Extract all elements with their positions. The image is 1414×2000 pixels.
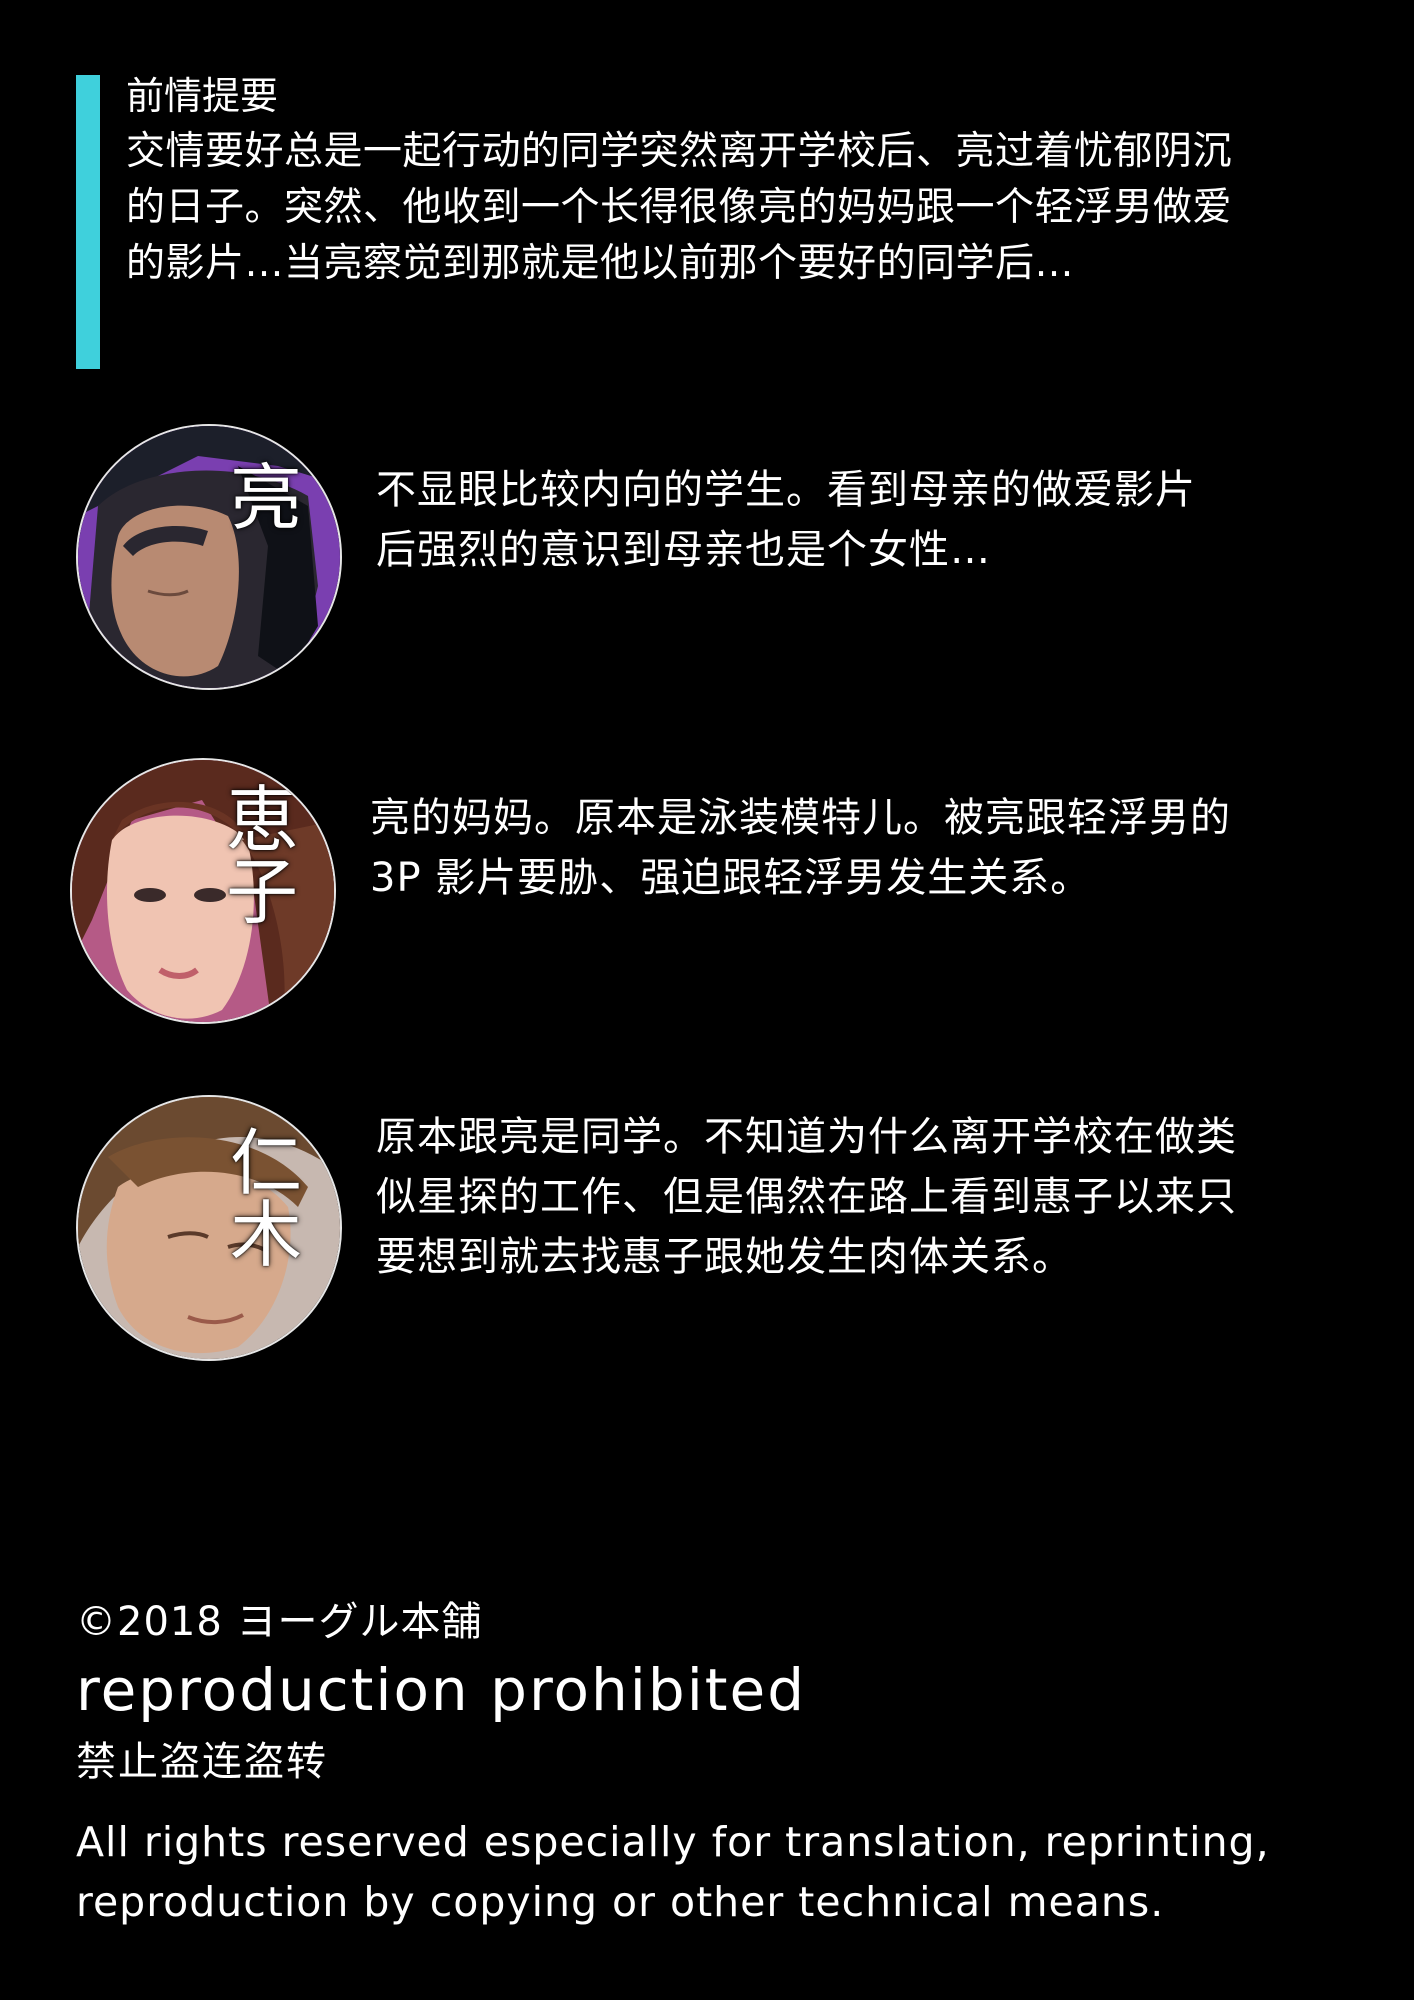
character-desc-niki: 原本跟亮是同学。不知道为什么离开学校在做类 似星探的工作、但是偶然在路上看到惠子… bbox=[376, 1107, 1237, 1287]
avatar-name-niki: 仁 木 bbox=[226, 1127, 306, 1271]
rights-notice: All rights reserved especially for trans… bbox=[76, 1812, 1376, 1932]
copyright-text: ©2018 ヨーグル本舗 bbox=[76, 1599, 483, 1645]
character-desc-line: 原本跟亮是同学。不知道为什么离开学校在做类 bbox=[376, 1114, 1237, 1160]
avatar-name-keiko-char: 恵 bbox=[225, 778, 298, 862]
character-desc-line: 不显眼比较内向的学生。看到母亲的做爱影片 bbox=[376, 467, 1196, 513]
summary-heading: 前情提要 bbox=[126, 74, 279, 118]
rights-notice-line: All rights reserved especially for trans… bbox=[76, 1818, 1270, 1866]
summary-line: 的日子。突然、他收到一个长得很像亮的妈妈跟一个轻浮男做爱 bbox=[126, 185, 1233, 230]
summary-accent-bar bbox=[76, 75, 100, 369]
character-card-ryo: 亮 不显眼比较内向的学生。看到母亲的做爱影片 后强烈的意识到母亲也是个女性… bbox=[0, 424, 1414, 696]
summary-line: 交情要好总是一起行动的同学突然离开学校后、亮过着忧郁阴沉 bbox=[126, 129, 1233, 174]
reproduction-prohibited-text: reproduction prohibited bbox=[76, 1656, 807, 1724]
avatar-niki: 仁 木 bbox=[76, 1095, 342, 1361]
avatar-name-ryo: 亮 bbox=[229, 456, 302, 540]
character-card-niki: 仁 木 原本跟亮是同学。不知道为什么离开学校在做类 似星探的工作、但是偶然在路上… bbox=[0, 1095, 1414, 1367]
character-desc-line: 似星探的工作、但是偶然在路上看到惠子以来只 bbox=[376, 1174, 1237, 1220]
cn-notice-text: 禁止盗连盗转 bbox=[76, 1739, 328, 1785]
summary-line: 的影片…当亮察觉到那就是他以前那个要好的同学后… bbox=[126, 241, 1075, 286]
character-desc-line: 亮的妈妈。原本是泳装模特儿。被亮跟轻浮男的 bbox=[370, 795, 1231, 841]
avatar-ryo: 亮 bbox=[76, 424, 342, 690]
character-card-keiko: 恵 子 亮的妈妈。原本是泳装模特儿。被亮跟轻浮男的 3P 影片要胁、强迫跟轻浮男… bbox=[0, 758, 1414, 1030]
summary-block: 前情提要 交情要好总是一起行动的同学突然离开学校后、亮过着忧郁阴沉 的日子。突然… bbox=[126, 68, 1366, 292]
avatar-name-keiko-char: 子 bbox=[225, 850, 298, 934]
avatar-name-niki-char: 仁 bbox=[229, 1121, 302, 1205]
character-desc-line: 3P 影片要胁、强迫跟轻浮男发生关系。 bbox=[370, 855, 1092, 901]
character-desc-line: 后强烈的意识到母亲也是个女性… bbox=[376, 527, 991, 573]
avatar-name-niki-char: 木 bbox=[229, 1193, 302, 1277]
avatar-name-keiko: 恵 子 bbox=[222, 784, 302, 928]
avatar-keiko: 恵 子 bbox=[70, 758, 336, 1024]
character-desc-keiko: 亮的妈妈。原本是泳装模特儿。被亮跟轻浮男的 3P 影片要胁、强迫跟轻浮男发生关系… bbox=[370, 788, 1231, 908]
character-desc-line: 要想到就去找惠子跟她发生肉体关系。 bbox=[376, 1234, 1073, 1280]
character-desc-ryo: 不显眼比较内向的学生。看到母亲的做爱影片 后强烈的意识到母亲也是个女性… bbox=[376, 460, 1196, 580]
rights-notice-line: reproduction by copying or other technic… bbox=[76, 1878, 1165, 1926]
